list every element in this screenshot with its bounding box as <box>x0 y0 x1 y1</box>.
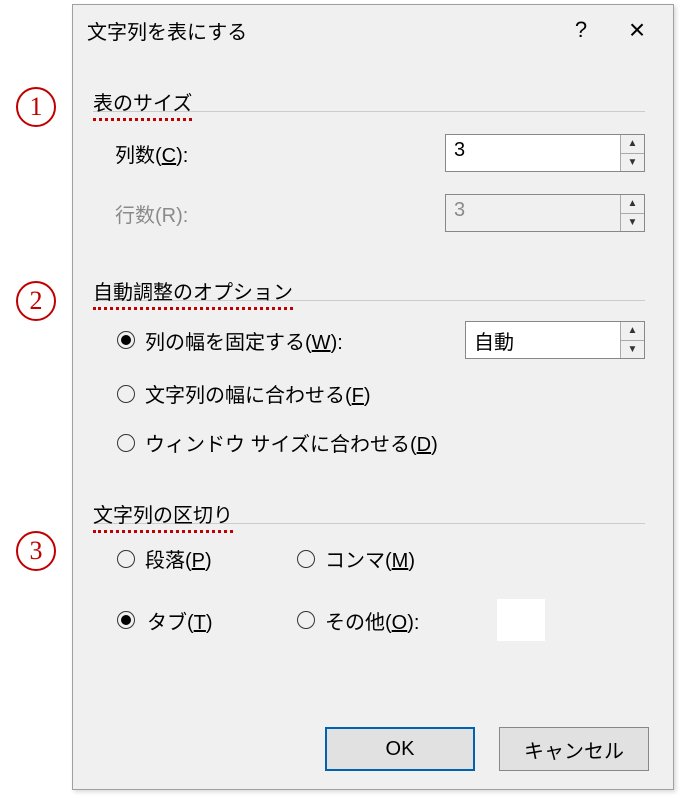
radio-fit-contents[interactable]: 文字列の幅に合わせる(F) <box>117 379 645 408</box>
radio-paragraph[interactable]: 段落(P) <box>117 544 297 573</box>
rows-spinner: 3 ▲ ▼ <box>445 194 645 232</box>
radio-paragraph-label: 段落(P) <box>145 544 212 573</box>
section-autofit-title: 自動調整のオプション <box>93 268 293 310</box>
radio-icon[interactable] <box>297 550 315 568</box>
columns-label: 列数(C): <box>115 139 445 168</box>
titlebar: 文字列を表にする ? × <box>73 5 673 55</box>
columns-stepper[interactable]: ▲ ▼ <box>620 135 644 171</box>
down-arrow-icon[interactable]: ▼ <box>621 341 644 359</box>
radio-icon[interactable] <box>117 550 135 568</box>
radio-icon[interactable] <box>117 434 135 452</box>
annotation-2: 2 <box>16 276 56 321</box>
row-columns: 列数(C): 3 ▲ ▼ <box>115 134 645 172</box>
rows-value: 3 <box>446 195 620 231</box>
radio-fixed-label: 列の幅を固定する(W): <box>145 326 455 355</box>
radio-icon[interactable] <box>297 611 315 629</box>
annotation-3: 3 <box>16 526 56 571</box>
down-arrow-icon: ▼ <box>621 214 644 232</box>
cancel-button[interactable]: キャンセル <box>499 727 649 771</box>
radio-tab-label: タブ(T) <box>145 606 215 635</box>
close-button[interactable]: × <box>609 10 665 50</box>
rows-label: 行数(R): <box>115 199 445 228</box>
other-char-input[interactable] <box>497 599 545 641</box>
up-arrow-icon: ▲ <box>621 195 644 214</box>
fixed-width-spinner[interactable]: 自動 ▲ ▼ <box>465 321 645 359</box>
fixed-width-stepper[interactable]: ▲ ▼ <box>620 322 644 358</box>
radio-tab[interactable]: タブ(T) <box>117 606 297 635</box>
down-arrow-icon[interactable]: ▼ <box>621 154 644 172</box>
help-button[interactable]: ? <box>553 10 609 50</box>
radio-other-label: その他(O): <box>325 606 419 635</box>
radio-icon[interactable] <box>117 385 135 403</box>
radio-comma-label: コンマ(M) <box>325 544 415 573</box>
radio-comma[interactable]: コンマ(M) <box>297 544 497 573</box>
dialog-title: 文字列を表にする <box>87 16 553 45</box>
row-rows: 行数(R): 3 ▲ ▼ <box>115 194 645 232</box>
up-arrow-icon[interactable]: ▲ <box>621 322 644 341</box>
radio-fixed-width[interactable]: 列の幅を固定する(W): 自動 ▲ ▼ <box>117 321 645 359</box>
radio-icon[interactable] <box>117 611 135 629</box>
radio-icon[interactable] <box>117 331 135 349</box>
section-table-size-title: 表のサイズ <box>93 79 192 121</box>
radio-fit-label: 文字列の幅に合わせる(F) <box>145 379 371 408</box>
radio-other[interactable]: その他(O): <box>297 606 497 635</box>
columns-value[interactable]: 3 <box>446 135 620 171</box>
up-arrow-icon[interactable]: ▲ <box>621 135 644 154</box>
radio-window-label: ウィンドウ サイズに合わせる(D) <box>145 428 438 457</box>
ok-button[interactable]: OK <box>325 727 475 771</box>
fixed-width-value[interactable]: 自動 <box>466 322 620 358</box>
columns-spinner[interactable]: 3 ▲ ▼ <box>445 134 645 172</box>
radio-fit-window[interactable]: ウィンドウ サイズに合わせる(D) <box>117 428 645 457</box>
dialog: 文字列を表にする ? × 表のサイズ 列数(C): 3 ▲ ▼ 行数(R): <box>72 4 674 790</box>
section-separator-title: 文字列の区切り <box>93 491 233 533</box>
rows-stepper: ▲ ▼ <box>620 195 644 231</box>
dialog-footer: OK キャンセル <box>325 727 649 771</box>
annotation-1: 1 <box>16 82 56 127</box>
